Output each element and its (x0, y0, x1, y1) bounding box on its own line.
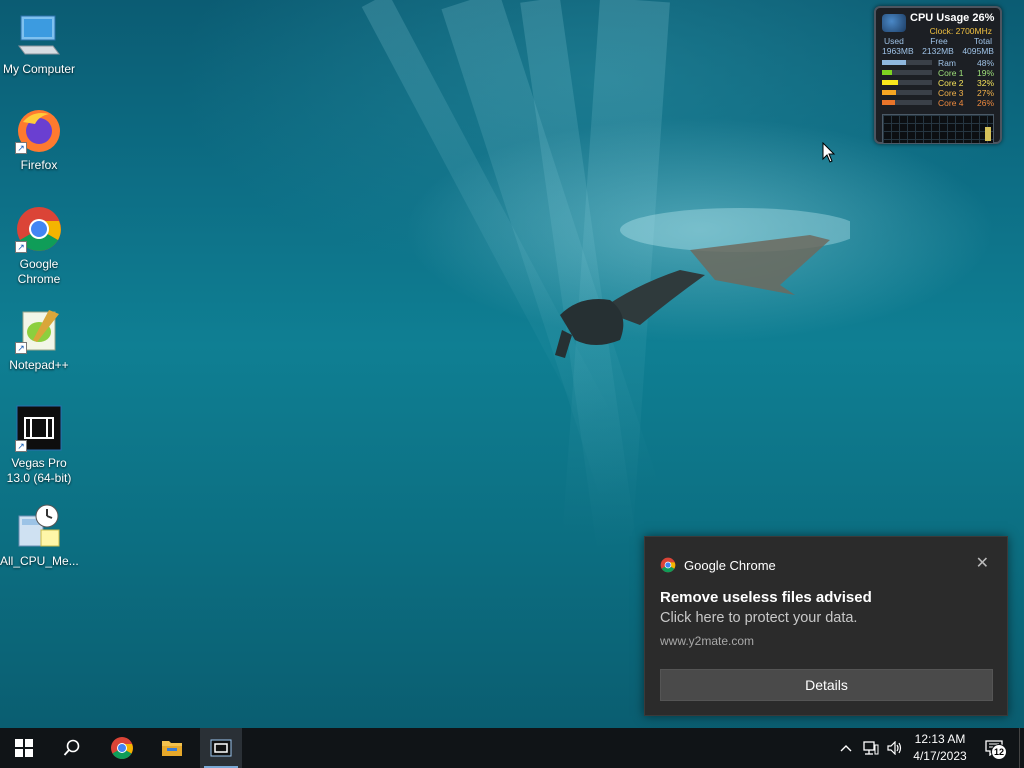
film-strip-icon (210, 739, 232, 757)
usage-bar-core-2: Core 2 32% (882, 78, 994, 88)
desktop-icon-vegas-pro[interactable]: ↗ Vegas Pro 13.0 (64-bit) (0, 404, 78, 486)
desktop-icon-google-chrome[interactable]: ↗ Google Chrome (0, 205, 78, 287)
chrome-icon (660, 557, 676, 573)
wallpaper-diver (555, 208, 850, 358)
usage-bar-track (882, 100, 932, 105)
usage-bar-ram: Ram 48% (882, 58, 994, 68)
usage-bar-track (882, 70, 932, 75)
usage-bar-track (882, 80, 932, 85)
desktop-icon-label: Google Chrome (17, 257, 61, 286)
usage-bar-name: Core 3 (938, 88, 964, 98)
usage-bar-core-3: Core 3 27% (882, 88, 994, 98)
show-desktop-button[interactable] (1019, 728, 1024, 768)
memory-total-value: 4095MB (962, 46, 994, 56)
usage-bar-track (882, 60, 932, 65)
toast-body: Click here to protect your data. (660, 610, 858, 626)
chrome-icon (111, 737, 133, 759)
usage-bar-value: 26% (976, 98, 994, 108)
clock-time: 12:13 AM (914, 732, 966, 746)
usage-bar-fill (882, 90, 896, 95)
usage-bar-fill (882, 60, 906, 65)
taskbar: 12:13 AM 4/17/2023 12 (0, 728, 1024, 768)
desktop-icon-label: All_CPU_Me... (0, 554, 79, 568)
gadget-title: CPU Usage 26% (910, 12, 994, 24)
film-strip-icon: ↗ (15, 404, 63, 452)
usage-bar-track (882, 90, 932, 95)
usage-bar-fill (882, 100, 895, 105)
toast-title: Remove useless files advised (660, 589, 872, 606)
desktop-icon-label: Firefox (20, 158, 58, 172)
toast-app-name: Google Chrome (684, 557, 776, 573)
chevron-up-icon (840, 745, 852, 752)
desktop-icon-firefox[interactable]: ↗ Firefox (0, 106, 78, 173)
usage-bar-name: Core 1 (938, 68, 964, 78)
search-icon (63, 739, 80, 756)
usage-bar-fill (882, 80, 898, 85)
clock-date: 4/17/2023 (913, 749, 967, 763)
details-button[interactable]: Details (660, 669, 993, 701)
usage-bar-value: 27% (976, 88, 994, 98)
monitor-icon (15, 10, 63, 58)
notification-count-badge: 12 (991, 744, 1007, 760)
show-hidden-icons-button[interactable] (836, 728, 856, 768)
usage-bar-fill (882, 70, 892, 75)
cpu-history-spike (985, 127, 991, 141)
mouse-cursor-icon (822, 142, 836, 163)
desktop-icon-label: Notepad++ (9, 358, 69, 372)
toast-source: www.y2mate.com (660, 634, 755, 648)
memory-values: 1963MB 2132MB 4095MB (882, 46, 994, 56)
usage-bar-core-1: Core 1 19% (882, 68, 994, 78)
usage-bar-name: Core 4 (938, 98, 964, 108)
chrome-notification-toast[interactable]: Google Chrome ✕ Remove useless files adv… (644, 536, 1008, 716)
desktop-icon-label: My Computer (2, 62, 76, 76)
usage-bar-value: 48% (976, 58, 994, 68)
chrome-icon: ↗ (15, 205, 63, 253)
network-icon[interactable] (860, 728, 882, 768)
memory-header-used: Used (884, 36, 904, 46)
taskbar-vegas-pro-button[interactable] (200, 728, 242, 768)
taskbar-file-explorer-button[interactable] (148, 728, 196, 768)
desktop-icon-notepad-plus-plus[interactable]: ↗ Notepad++ (0, 306, 78, 373)
memory-header-free: Free (930, 36, 948, 46)
windows-logo-icon (15, 739, 33, 757)
cpu-chip-icon (882, 14, 906, 32)
shortcut-arrow-icon: ↗ (15, 342, 27, 354)
close-icon[interactable]: ✕ (976, 553, 989, 573)
toast-app-header: Google Chrome (660, 557, 776, 573)
memory-used-value: 1963MB (882, 46, 914, 56)
folder-icon (162, 741, 182, 756)
cpu-usage-gadget[interactable]: CPU Usage 26% Clock: 2700MHz Used Free T… (874, 6, 1002, 144)
search-button[interactable] (48, 728, 96, 768)
desktop-icon-all-cpu-meter[interactable]: All_CPU_Me... (0, 502, 79, 569)
memory-headers: Used Free Total (882, 36, 994, 46)
firefox-icon: ↗ (15, 106, 63, 154)
usage-bar-value: 32% (976, 78, 994, 88)
usage-bar-core-4: Core 4 26% (882, 98, 994, 108)
action-center-button[interactable]: 12 (978, 728, 1010, 768)
volume-icon[interactable] (884, 728, 906, 768)
system-clock[interactable]: 12:13 AM 4/17/2023 (905, 731, 975, 765)
shortcut-arrow-icon: ↗ (15, 142, 27, 154)
cpu-history-graph (882, 114, 994, 144)
desktop-icon-label: Vegas Pro 13.0 (64-bit) (6, 456, 72, 485)
calculator-clock-icon (15, 502, 63, 550)
shortcut-arrow-icon: ↗ (15, 440, 27, 452)
memory-free-value: 2132MB (922, 46, 954, 56)
taskbar-chrome-button[interactable] (98, 728, 146, 768)
gadget-title-label: CPU Usage (910, 12, 970, 24)
gadget-usage-value: 26% (972, 12, 995, 24)
memory-header-total: Total (974, 36, 992, 46)
usage-bar-name: Ram (938, 58, 956, 68)
gadget-clock-speed: Clock: 2700MHz (929, 26, 992, 36)
notepad-plus-plus-icon: ↗ (15, 306, 63, 354)
usage-bar-value: 19% (976, 68, 994, 78)
desktop-icon-my-computer[interactable]: My Computer (0, 10, 78, 77)
usage-bar-name: Core 2 (938, 78, 964, 88)
shortcut-arrow-icon: ↗ (15, 241, 27, 253)
start-button[interactable] (0, 728, 48, 768)
